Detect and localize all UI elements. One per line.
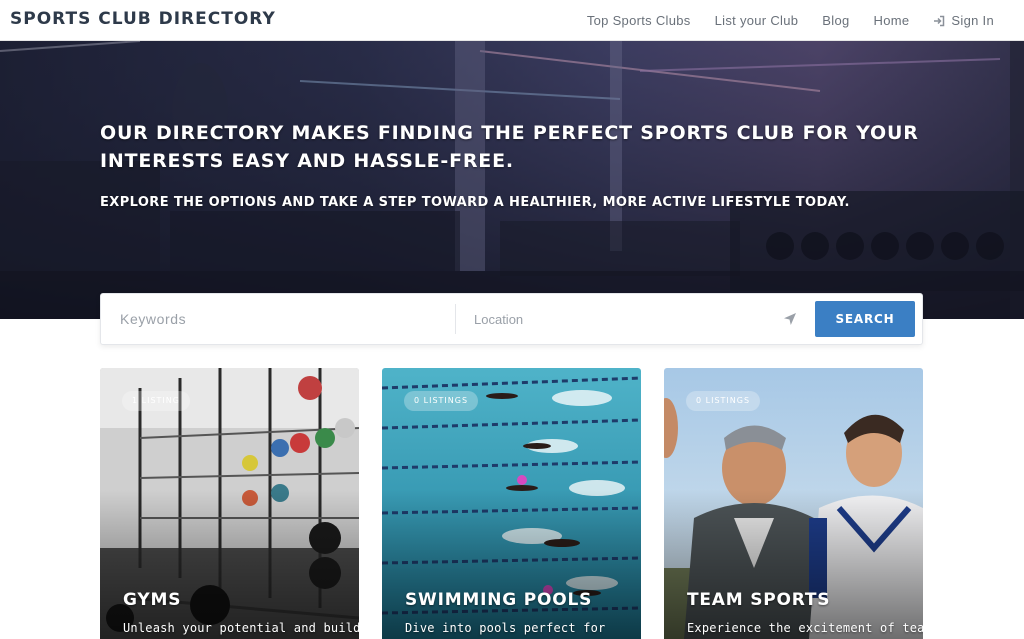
card-title: GYMS [123,590,182,610]
category-card-swimming-pools[interactable]: 0 LISTINGS SWIMMING POOLS Dive into pool… [382,368,641,639]
location-input[interactable] [456,294,783,344]
nav-top-sports-clubs[interactable]: Top Sports Clubs [587,13,691,28]
card-description: Experience the excitement of team [687,621,923,635]
hero-title: OUR DIRECTORY MAKES FINDING THE PERFECT … [100,122,919,172]
nav-list-your-club[interactable]: List your Club [715,13,799,28]
card-title: SWIMMING POOLS [405,590,593,610]
card-title: TEAM SPORTS [687,590,831,610]
location-arrow-icon[interactable] [783,312,797,326]
category-card-gyms[interactable]: 1 LISTING GYMS Unleash your potential an… [100,368,359,639]
card-description: Dive into pools perfect for [405,621,606,635]
hero-subtitle: EXPLORE THE OPTIONS AND TAKE A STEP TOWA… [100,195,850,210]
listing-count-badge: 0 LISTINGS [686,391,761,411]
site-header: SPORTS CLUB DIRECTORY Top Sports Clubs L… [0,0,1024,41]
sign-in-icon [934,15,945,26]
card-description: Unleash your potential and build [123,621,359,635]
keywords-input[interactable] [101,294,455,344]
sign-in-link[interactable]: Sign In [933,13,994,28]
nav-home[interactable]: Home [874,13,910,28]
sign-in-label: Sign In [951,13,994,28]
listing-count-badge: 1 LISTING [122,391,190,411]
site-logo[interactable]: SPORTS CLUB DIRECTORY [10,9,276,29]
main-nav: Top Sports Clubs List your Club Blog Hom… [587,0,994,41]
category-card-team-sports[interactable]: 0 LISTINGS TEAM SPORTS Experience the ex… [664,368,923,639]
search-bar: SEARCH [100,293,923,345]
listing-count-badge: 0 LISTINGS [404,391,479,411]
nav-blog[interactable]: Blog [822,13,849,28]
hero-banner: OUR DIRECTORY MAKES FINDING THE PERFECT … [0,41,1024,319]
search-button[interactable]: SEARCH [815,301,915,337]
